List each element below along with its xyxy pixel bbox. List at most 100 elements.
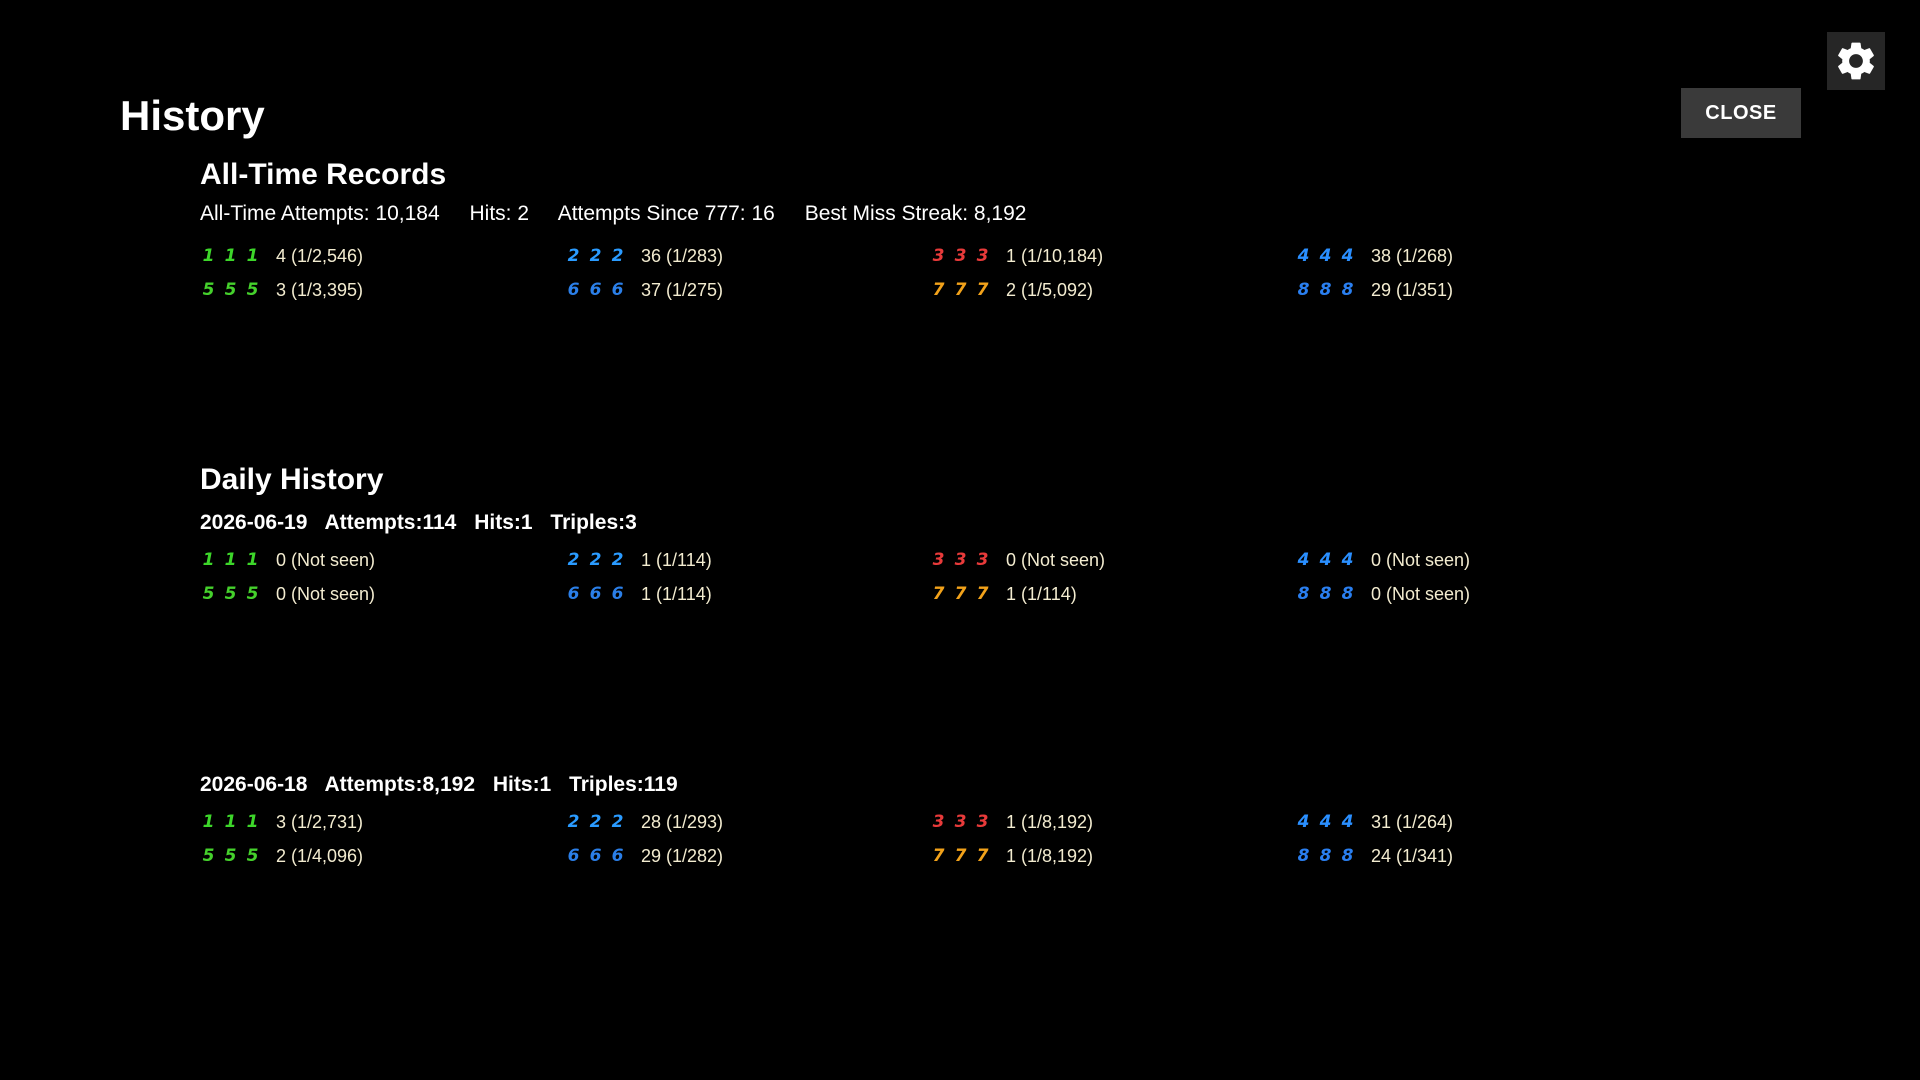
slot-symbol-icon: 7 [954,583,967,604]
slot-symbol-icon: 6 [589,279,602,300]
stat-value: 2 (1/4,096) [276,845,364,866]
stat-cell: 4440 (Not seen) [1295,543,1470,577]
stat-cell: 2221 (1/114) [565,543,712,577]
triple-symbol-icon: 444 [1295,550,1371,570]
triple-symbol-icon: 777 [930,280,1006,300]
slot-symbol-icon: 3 [932,549,945,570]
stat-cell: 7771 (1/114) [930,577,1077,611]
stat-value: 24 (1/341) [1371,845,1454,866]
triple-symbol-icon: 444 [1295,246,1371,266]
daily-title: Daily History [200,463,384,496]
stat-cell: 5550 (Not seen) [200,577,375,611]
slot-symbol-icon: 7 [976,845,989,866]
triple-symbol-icon: 777 [930,584,1006,604]
stat-cell: 1114 (1/2,546) [200,239,363,273]
slot-symbol-icon: 7 [932,845,945,866]
slot-symbol-icon: 3 [976,245,989,266]
slot-symbol-icon: 4 [1297,811,1310,832]
slot-symbol-icon: 2 [611,549,624,570]
slot-symbol-icon: 6 [589,845,602,866]
slot-symbol-icon: 3 [932,811,945,832]
stat-cell: 6 6 6 37 (1/275) [565,273,723,307]
stat-cell: 7771 (1/8,192) [930,839,1093,873]
triple-symbol-icon: 888 [1295,846,1371,866]
slot-symbol-icon: 3 [932,245,945,266]
triple-symbol-icon: 555 [200,846,276,866]
slot-symbol-icon: 2 [589,245,602,266]
day-hits: Hits:1 [474,511,533,534]
stat-cell: 2 2 2 36 (1/283) [565,239,723,273]
history-screen: CLOSE History All-Time Records All-Time … [0,0,1920,1080]
day-header: 2026-06-18 Attempts:8,192 Hits:1 Triples… [200,773,690,797]
slot-symbol-icon: 8 [1341,279,1354,300]
slot-symbol-icon: 7 [932,583,945,604]
page-title: History [120,92,265,139]
gear-icon [1838,42,1874,80]
slot-symbol-icon: 2 [567,245,580,266]
slot-symbol-icon: 2 [589,549,602,570]
day-hits: Hits:1 [492,773,552,796]
day-date: 2026-06-19 [200,511,308,534]
triple-symbol-icon: 111 [200,246,276,266]
slot-symbol-icon: 3 [954,245,967,266]
slot-symbol-icon: 1 [224,245,237,266]
stat-value: 1 (1/8,192) [1006,811,1094,832]
triple-symbol-icon: 111 [200,550,276,570]
slot-symbol-icon: 6 [611,279,624,300]
slot-symbol-icon: 6 [611,845,624,866]
slot-symbol-icon: 5 [246,583,259,604]
triple-symbol-icon: 888 [1295,584,1371,604]
stat-cell: 1113 (1/2,731) [200,805,363,839]
slot-symbol-icon: 2 [567,549,580,570]
slot-symbol-icon: 8 [1341,583,1354,604]
triple-symbol-icon: 444 [1295,812,1371,832]
slot-symbol-icon: 2 [611,245,624,266]
triple-symbol-icon: 333 [930,812,1006,832]
stat-cell: 6 6 6 29 (1/282) [565,839,723,873]
triple-symbol-icon: 222 [565,550,641,570]
slot-symbol-icon: 5 [246,845,259,866]
triple-symbol-icon: 333 [930,550,1006,570]
slot-symbol-icon: 5 [224,583,237,604]
stat-value: 2 (1/5,092) [1006,279,1094,300]
slot-symbol-icon: 3 [954,549,967,570]
stat-value: 0 (Not seen) [276,583,376,604]
stat-value: 29 (1/351) [1371,279,1454,300]
slot-symbol-icon: 1 [246,811,259,832]
close-button[interactable]: CLOSE [1681,88,1801,138]
stat-cell: 4 4 4 31 (1/264) [1295,805,1453,839]
slot-symbol-icon: 7 [932,279,945,300]
stat-value: 38 (1/268) [1371,245,1454,266]
slot-symbol-icon: 2 [567,811,580,832]
slot-symbol-icon: 1 [246,549,259,570]
stat-value: 1 (1/114) [1006,583,1077,604]
slot-symbol-icon: 8 [1297,845,1310,866]
stat-cell: 2 2 2 28 (1/293) [565,805,723,839]
stat-value: 31 (1/264) [1371,811,1454,832]
slot-symbol-icon: 5 [246,279,259,300]
stat-value: 28 (1/293) [641,811,724,832]
slot-symbol-icon: 8 [1297,279,1310,300]
triple-symbol-icon: 222 [565,812,641,832]
stat-value: 0 (Not seen) [1371,583,1471,604]
stat-value: 0 (Not seen) [1371,549,1471,570]
stat-cell: 8 8 8 24 (1/341) [1295,839,1453,873]
slot-symbol-icon: 5 [224,845,237,866]
stat-cell: 6661 (1/114) [565,577,712,611]
slot-symbol-icon: 8 [1297,583,1310,604]
alltime-since-777: Attempts Since 777: 16 [557,202,775,225]
triple-symbol-icon: 666 [565,846,641,866]
slot-symbol-icon: 2 [611,811,624,832]
settings-button[interactable] [1827,32,1885,90]
stat-value: 1 (1/8,192) [1006,845,1094,866]
alltime-summary: All-Time Attempts: 10,184 Hits: 2 Attemp… [200,202,1050,226]
stat-cell: 5553 (1/3,395) [200,273,363,307]
slot-symbol-icon: 8 [1341,845,1354,866]
alltime-attempts: All-Time Attempts: 10,184 [200,202,440,225]
day-date: 2026-06-18 [200,773,308,796]
triple-symbol-icon: 555 [200,280,276,300]
slot-symbol-icon: 3 [976,549,989,570]
day-attempts: Attempts:114 [324,511,457,534]
slot-symbol-icon: 7 [976,279,989,300]
slot-symbol-icon: 4 [1297,245,1310,266]
